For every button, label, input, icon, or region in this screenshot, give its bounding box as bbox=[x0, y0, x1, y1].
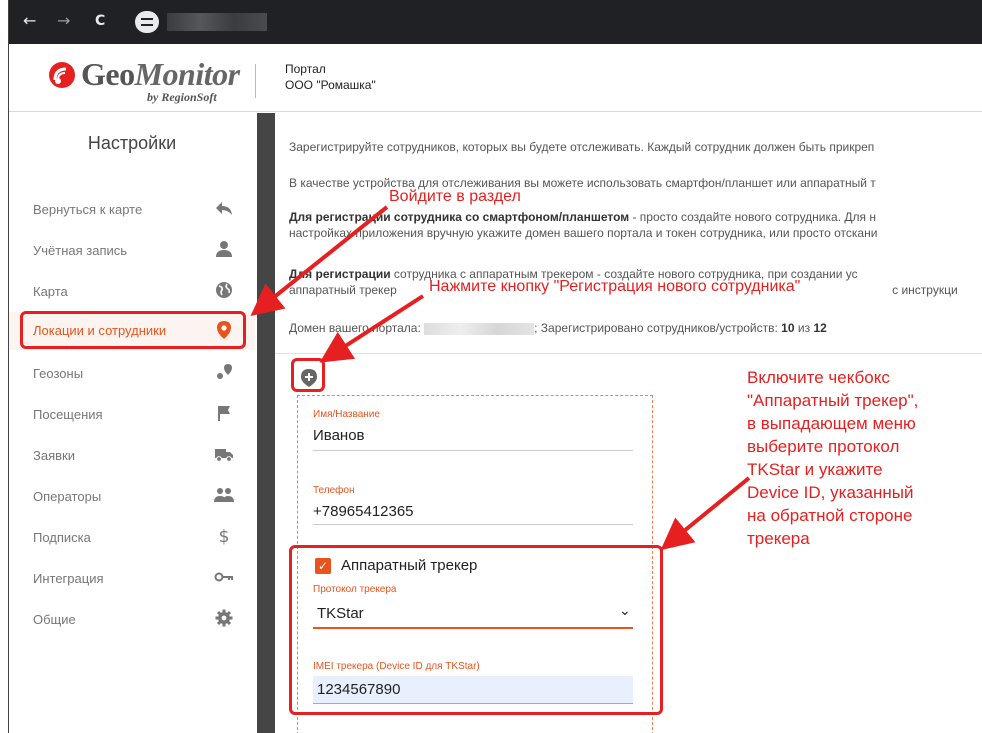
annotation-line: "Аппаратный трекер", bbox=[747, 391, 919, 410]
sidebar-item-account[interactable]: Учётная запись bbox=[9, 232, 255, 270]
sidebar-item-integration[interactable]: Интеграция bbox=[9, 560, 255, 598]
portal-label: Портал bbox=[285, 62, 326, 76]
sidebar-item-requests[interactable]: Заявки bbox=[9, 437, 255, 475]
logo-monitor: Monitor bbox=[134, 56, 240, 92]
highlight-sidebar-item bbox=[20, 311, 246, 349]
key-icon bbox=[214, 568, 234, 588]
phone-field-label: Телефон bbox=[313, 485, 355, 496]
annotation-line: TKStar и укажите bbox=[747, 460, 883, 479]
registered-label: ; Зарегистрировано сотрудников/устройств… bbox=[534, 321, 778, 335]
name-field-label: Имя/Название bbox=[313, 409, 380, 420]
sidebar-item-map[interactable]: Карта bbox=[9, 273, 255, 311]
smartphone-bold: Для регистрации сотрудника со смартфоном… bbox=[289, 210, 630, 224]
logo[interactable]: GeoMonitor bbox=[81, 56, 240, 93]
sidebar-item-label: Интеграция bbox=[33, 571, 104, 586]
address-bar[interactable] bbox=[167, 13, 267, 31]
sidebar-item-operators[interactable]: Операторы bbox=[9, 478, 255, 516]
smartphone-paragraph-line2: настройках приложения вручную укажите до… bbox=[289, 226, 878, 240]
reload-icon[interactable]: C bbox=[95, 12, 105, 30]
sidebar-item-label: Вернуться к карте bbox=[33, 202, 143, 217]
scrollbar-track[interactable] bbox=[257, 113, 275, 733]
smartphone-paragraph: Для регистрации сотрудника со смартфоном… bbox=[289, 210, 876, 224]
domain-value-redacted bbox=[424, 322, 535, 335]
logo-geo: Geo bbox=[81, 56, 135, 92]
annotation-line: на обратной стороне bbox=[747, 506, 913, 525]
browser-toolbar: ← → C bbox=[9, 0, 982, 44]
name-field[interactable]: Иванов bbox=[313, 427, 365, 444]
sidebar-item-label: Заявки bbox=[33, 448, 75, 463]
app-header: GeoMonitor by RegionSoft Портал ООО "Ром… bbox=[9, 44, 982, 112]
reply-arrow-icon bbox=[214, 199, 234, 219]
satellite-dish-icon bbox=[49, 62, 75, 88]
annotation-line: в выпадающем меню bbox=[747, 414, 916, 433]
sidebar-item-general[interactable]: Общие bbox=[9, 601, 255, 639]
intro-paragraph-2: В качестве устройства для отслеживания в… bbox=[289, 176, 876, 190]
tracker-bold: Для регистрации bbox=[289, 267, 391, 281]
annotation-line: выберите протокол bbox=[747, 437, 900, 456]
annotation-line: трекера bbox=[747, 529, 810, 548]
annotation-enable-checkbox: Включите чекбокс "Аппаратный трекер", в … bbox=[747, 366, 918, 550]
intro-paragraph-1: Зарегистрируйте сотрудников, которых вы … bbox=[289, 140, 875, 154]
sidebar-item-label: Карта bbox=[33, 284, 68, 299]
highlight-add-button bbox=[291, 358, 325, 392]
sidebar-item-label: Общие bbox=[33, 612, 76, 627]
annotation-enter-section: Войдите в раздел bbox=[389, 188, 521, 205]
users-icon bbox=[214, 486, 234, 506]
truck-icon bbox=[214, 445, 234, 465]
tracker-text2-end: с инструкци bbox=[888, 283, 958, 297]
phone-field-underline bbox=[313, 524, 633, 525]
domain-label: Домен вашего портала: bbox=[289, 321, 421, 335]
tracker-text2: аппаратный трекер bbox=[289, 283, 397, 297]
sidebar-item-label: Геозоны bbox=[33, 366, 84, 381]
gear-icon bbox=[214, 609, 234, 629]
globe-icon bbox=[214, 281, 234, 301]
annotation-press-button: Нажмите кнопку "Регистрация нового сотру… bbox=[429, 278, 801, 295]
header-divider bbox=[255, 64, 256, 98]
geozone-icon bbox=[214, 363, 234, 383]
user-icon bbox=[214, 240, 234, 260]
settings-sidebar: Настройки Вернуться к карте Учётная запи… bbox=[9, 113, 255, 733]
back-icon[interactable]: ← bbox=[23, 12, 36, 30]
highlight-tracker-section bbox=[289, 545, 663, 715]
sidebar-item-label: Учётная запись bbox=[33, 243, 128, 258]
sidebar-item-visits[interactable]: Посещения bbox=[9, 396, 255, 434]
app-window: ← → C GeoMonitor by RegionSoft Портал ОО… bbox=[8, 0, 982, 733]
sidebar-item-back-to-map[interactable]: Вернуться к карте bbox=[9, 191, 255, 229]
portal-org-name: ООО "Ромашка" bbox=[285, 78, 376, 92]
logo-subtitle: by RegionSoft bbox=[147, 90, 217, 104]
sidebar-item-label: Посещения bbox=[33, 407, 103, 422]
annotation-line: Включите чекбокс bbox=[747, 368, 890, 387]
forward-icon[interactable]: → bbox=[57, 12, 70, 30]
annotation-line: Device ID, указанный bbox=[747, 483, 914, 502]
sidebar-item-subscription[interactable]: Подписка $ bbox=[9, 519, 255, 557]
registered-of: из bbox=[797, 321, 811, 335]
section-divider bbox=[275, 353, 982, 354]
domain-line: Домен вашего портала: ; Зарегистрировано… bbox=[289, 321, 827, 335]
sidebar-item-label: Операторы bbox=[33, 489, 102, 504]
name-field-underline bbox=[313, 450, 633, 451]
flag-icon bbox=[214, 404, 234, 424]
phone-field[interactable]: +78965412365 bbox=[313, 503, 414, 520]
sidebar-item-label: Подписка bbox=[33, 530, 91, 545]
sidebar-title: Настройки bbox=[87, 133, 177, 153]
registered-total: 12 bbox=[813, 321, 827, 335]
site-settings-icon[interactable] bbox=[135, 11, 159, 33]
smartphone-text: - просто создайте нового сотрудника. Для… bbox=[629, 210, 876, 224]
dollar-icon: $ bbox=[218, 527, 230, 547]
registered-count: 10 bbox=[781, 321, 795, 335]
sidebar-item-geozones[interactable]: Геозоны bbox=[9, 355, 255, 393]
